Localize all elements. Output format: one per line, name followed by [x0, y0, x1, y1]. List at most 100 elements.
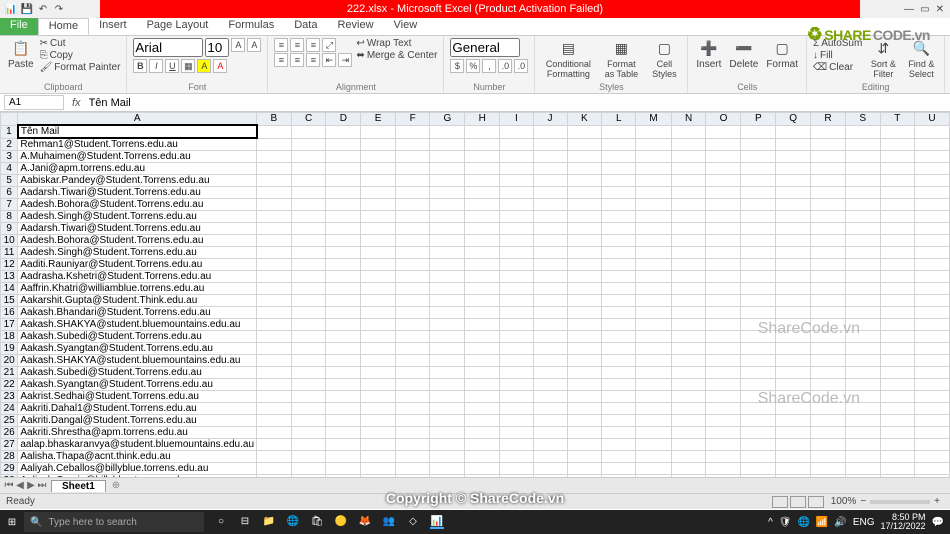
- cell[interactable]: [845, 379, 880, 391]
- sound-icon[interactable]: 🔊: [834, 517, 846, 528]
- tab-data[interactable]: Data: [284, 18, 327, 35]
- cell[interactable]: [567, 415, 602, 427]
- cell[interactable]: [291, 163, 326, 175]
- cell[interactable]: [257, 283, 292, 295]
- column-header[interactable]: D: [326, 113, 361, 126]
- cell[interactable]: [361, 439, 396, 451]
- cell[interactable]: [811, 307, 846, 319]
- cell[interactable]: [776, 125, 811, 138]
- cell[interactable]: [500, 355, 533, 367]
- align-right-icon[interactable]: ≡: [306, 53, 320, 67]
- cell[interactable]: [671, 463, 706, 475]
- underline-button[interactable]: U: [165, 59, 179, 73]
- cell[interactable]: [706, 138, 741, 151]
- insert-cell-button[interactable]: ➕Insert: [694, 38, 723, 70]
- cell[interactable]: [361, 391, 396, 403]
- cell[interactable]: [602, 223, 636, 235]
- cell[interactable]: [500, 271, 533, 283]
- cell[interactable]: [533, 235, 567, 247]
- cell[interactable]: [880, 331, 914, 343]
- cell[interactable]: [636, 259, 671, 271]
- cell[interactable]: [291, 475, 326, 478]
- cell[interactable]: A.Muhaimen@Student.Torrens.edu.au: [18, 151, 257, 163]
- cell[interactable]: [465, 163, 500, 175]
- cell[interactable]: [326, 295, 361, 307]
- cell[interactable]: [465, 247, 500, 259]
- cell[interactable]: [465, 367, 500, 379]
- cell[interactable]: [880, 199, 914, 211]
- fill-color-button[interactable]: A: [197, 59, 211, 73]
- cell[interactable]: [395, 415, 429, 427]
- cell[interactable]: [430, 379, 465, 391]
- cell[interactable]: [671, 427, 706, 439]
- cell[interactable]: [880, 403, 914, 415]
- cell[interactable]: [326, 475, 361, 478]
- cell[interactable]: [567, 343, 602, 355]
- cell[interactable]: [811, 403, 846, 415]
- cell[interactable]: [845, 163, 880, 175]
- cell[interactable]: [914, 151, 949, 163]
- tab-formulas[interactable]: Formulas: [218, 18, 284, 35]
- cell[interactable]: [636, 391, 671, 403]
- column-header[interactable]: L: [602, 113, 636, 126]
- cell[interactable]: [776, 475, 811, 478]
- row-header[interactable]: 29: [1, 463, 18, 475]
- column-header[interactable]: H: [465, 113, 500, 126]
- cell[interactable]: [291, 247, 326, 259]
- cell[interactable]: [395, 391, 429, 403]
- cell[interactable]: [776, 463, 811, 475]
- cell[interactable]: [880, 391, 914, 403]
- cell[interactable]: [706, 247, 741, 259]
- cell[interactable]: [706, 223, 741, 235]
- cell[interactable]: [326, 415, 361, 427]
- cell[interactable]: [326, 271, 361, 283]
- cell[interactable]: [533, 211, 567, 223]
- cell[interactable]: [257, 163, 292, 175]
- cell[interactable]: [636, 367, 671, 379]
- cell[interactable]: [706, 151, 741, 163]
- row-header[interactable]: 26: [1, 427, 18, 439]
- align-middle-icon[interactable]: ≡: [290, 38, 304, 52]
- cell[interactable]: [914, 463, 949, 475]
- cell[interactable]: [326, 223, 361, 235]
- cell[interactable]: [465, 283, 500, 295]
- cell[interactable]: [567, 247, 602, 259]
- cell[interactable]: Aalisha.Thapa@acnt.think.edu.au: [18, 451, 257, 463]
- cell[interactable]: [706, 463, 741, 475]
- cell[interactable]: [811, 319, 846, 331]
- network-icon[interactable]: 🌐: [797, 517, 809, 528]
- cell[interactable]: [636, 247, 671, 259]
- cell[interactable]: [326, 211, 361, 223]
- cell[interactable]: [567, 271, 602, 283]
- cell[interactable]: [567, 235, 602, 247]
- cell[interactable]: [257, 211, 292, 223]
- cell[interactable]: [465, 331, 500, 343]
- cell[interactable]: [326, 187, 361, 199]
- cell[interactable]: [257, 355, 292, 367]
- row-header[interactable]: 30: [1, 475, 18, 478]
- cell[interactable]: [636, 343, 671, 355]
- cell[interactable]: [914, 331, 949, 343]
- cell[interactable]: [671, 199, 706, 211]
- cell[interactable]: [671, 415, 706, 427]
- explorer-icon[interactable]: 📁: [262, 516, 276, 529]
- name-box[interactable]: [4, 95, 64, 110]
- cell[interactable]: [361, 355, 396, 367]
- cell[interactable]: [880, 319, 914, 331]
- cell[interactable]: [500, 475, 533, 478]
- format-painter-button[interactable]: 🖌Format Painter: [40, 62, 121, 73]
- cell[interactable]: [845, 259, 880, 271]
- cell[interactable]: [671, 367, 706, 379]
- cell[interactable]: [811, 295, 846, 307]
- cell[interactable]: [326, 427, 361, 439]
- cell[interactable]: [811, 367, 846, 379]
- cell[interactable]: [706, 343, 741, 355]
- cell[interactable]: [914, 211, 949, 223]
- cell[interactable]: [845, 391, 880, 403]
- column-header[interactable]: E: [361, 113, 396, 126]
- cell[interactable]: [533, 271, 567, 283]
- cell[interactable]: [361, 451, 396, 463]
- cell[interactable]: [430, 319, 465, 331]
- cell[interactable]: [671, 439, 706, 451]
- cell[interactable]: [500, 259, 533, 271]
